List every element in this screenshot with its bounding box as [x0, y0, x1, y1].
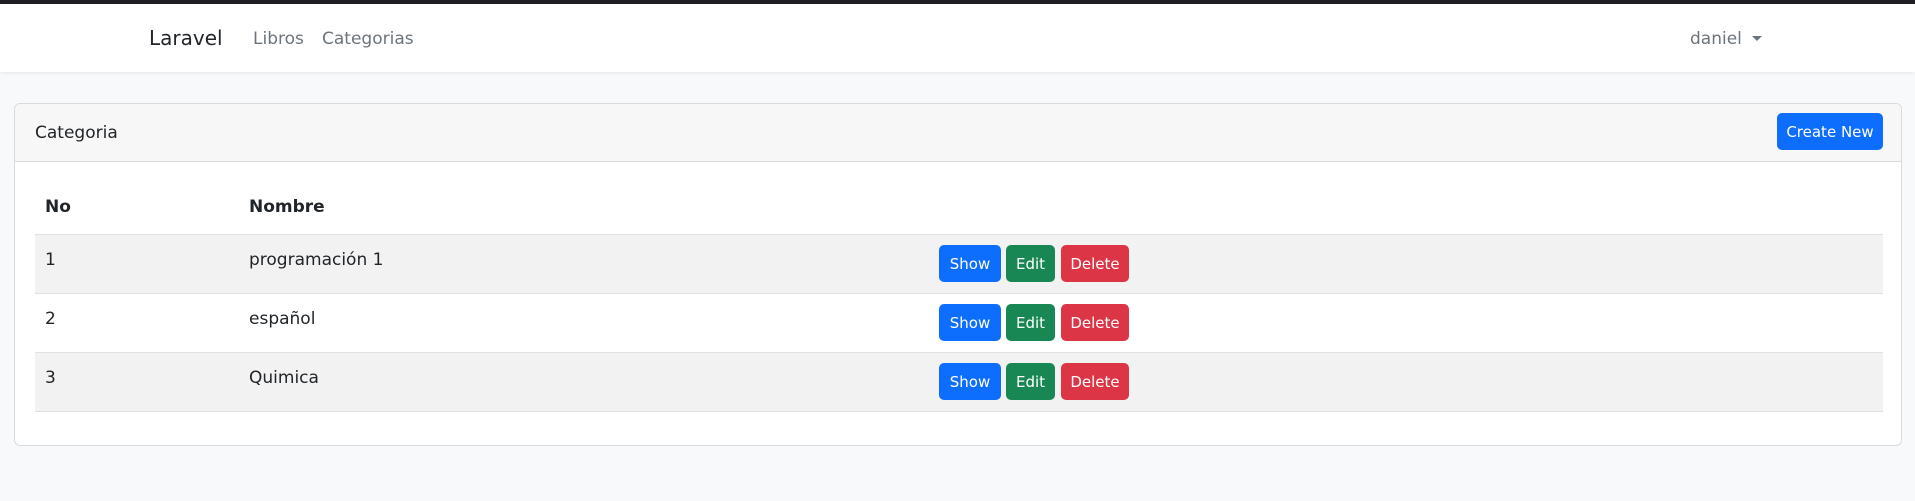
row-no: 1	[45, 250, 56, 270]
delete-button[interactable]: Delete	[1061, 245, 1129, 282]
table-header: No Nombre	[35, 180, 1883, 235]
categoria-table: No Nombre 1 programación 1 Show Edit Del…	[35, 180, 1883, 412]
row-nombre: programación 1	[249, 250, 384, 270]
navbar-brand[interactable]: Laravel	[149, 26, 223, 50]
show-button[interactable]: Show	[939, 363, 1001, 400]
edit-button[interactable]: Edit	[1006, 245, 1055, 282]
table-row: 3 Quimica Show Edit Delete	[35, 353, 1883, 412]
user-name: daniel	[1690, 29, 1742, 49]
row-nombre: Quimica	[249, 368, 319, 388]
create-new-button[interactable]: Create New	[1777, 113, 1883, 150]
edit-button[interactable]: Edit	[1006, 363, 1055, 400]
show-button[interactable]: Show	[939, 245, 1001, 282]
row-actions: Show Edit Delete	[939, 304, 1139, 341]
navbar: Laravel Libros Categorias daniel	[0, 4, 1915, 72]
card-title: Categoria	[35, 123, 118, 143]
delete-button[interactable]: Delete	[1061, 363, 1129, 400]
column-header-nombre: Nombre	[249, 197, 325, 217]
row-nombre: español	[249, 309, 316, 329]
row-no: 3	[45, 368, 56, 388]
nav-link-categorias[interactable]: Categorias	[322, 29, 414, 49]
row-actions: Show Edit Delete	[939, 363, 1139, 400]
table-row: 2 español Show Edit Delete	[35, 294, 1883, 353]
categoria-card: Categoria Create New No Nombre 1 program…	[14, 103, 1902, 446]
nav-link-libros[interactable]: Libros	[253, 29, 304, 49]
table-row: 1 programación 1 Show Edit Delete	[35, 235, 1883, 294]
delete-button[interactable]: Delete	[1061, 304, 1129, 341]
caret-down-icon	[1751, 36, 1762, 41]
row-no: 2	[45, 309, 56, 329]
user-dropdown[interactable]: daniel	[1690, 29, 1762, 49]
card-header: Categoria Create New	[15, 104, 1901, 162]
edit-button[interactable]: Edit	[1006, 304, 1055, 341]
column-header-no: No	[45, 197, 71, 217]
show-button[interactable]: Show	[939, 304, 1001, 341]
row-actions: Show Edit Delete	[939, 245, 1139, 282]
